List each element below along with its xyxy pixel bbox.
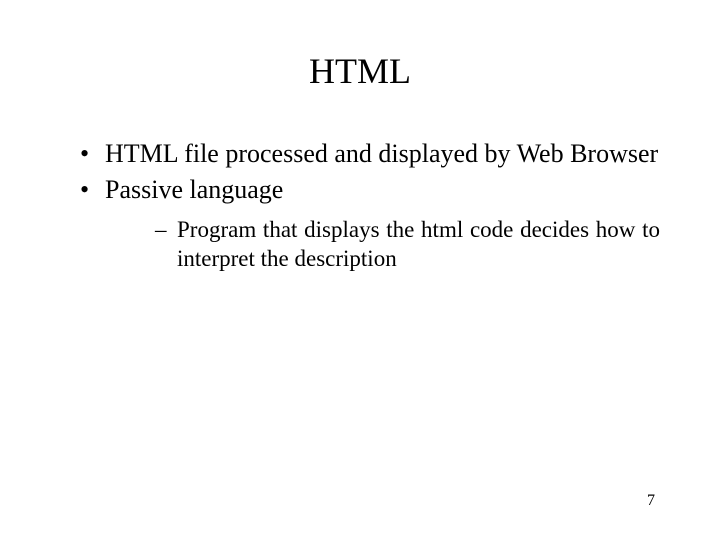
sub-bullet-item: Program that displays the html code deci… xyxy=(155,215,660,275)
page-number: 7 xyxy=(647,492,655,510)
slide-title: HTML xyxy=(60,50,660,92)
sub-bullet-list: Program that displays the html code deci… xyxy=(105,215,660,275)
bullet-item: HTML file processed and displayed by Web… xyxy=(80,137,660,171)
sub-bullet-text: Program that displays the html code deci… xyxy=(177,217,660,272)
bullet-text: Passive language xyxy=(105,175,283,204)
bullet-item: Passive language Program that displays t… xyxy=(80,173,660,275)
bullet-text: HTML file processed and displayed by Web… xyxy=(105,139,658,168)
bullet-list: HTML file processed and displayed by Web… xyxy=(60,137,660,274)
